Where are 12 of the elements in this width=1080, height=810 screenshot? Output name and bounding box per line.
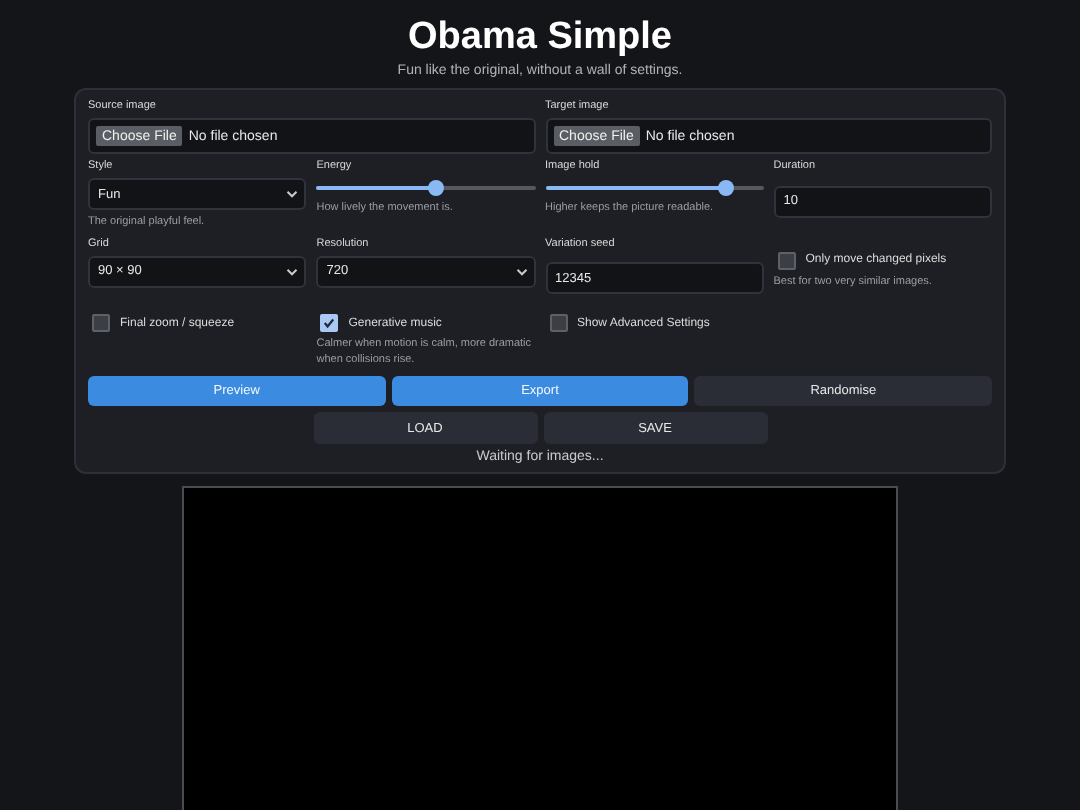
chevron-down-icon [286,190,299,198]
checkbox[interactable] [777,251,796,269]
slider-thumb[interactable] [428,180,445,196]
chevron-down-icon [286,267,299,275]
checkbox[interactable] [549,314,567,332]
chevron-down-icon [515,267,527,275]
checkbox[interactable] [320,314,339,332]
checkbox[interactable] [92,314,110,332]
page-title: Obama Simple [408,16,672,60]
slider[interactable] [316,180,535,196]
slider-thumb[interactable] [718,180,735,196]
slider[interactable] [545,180,764,196]
